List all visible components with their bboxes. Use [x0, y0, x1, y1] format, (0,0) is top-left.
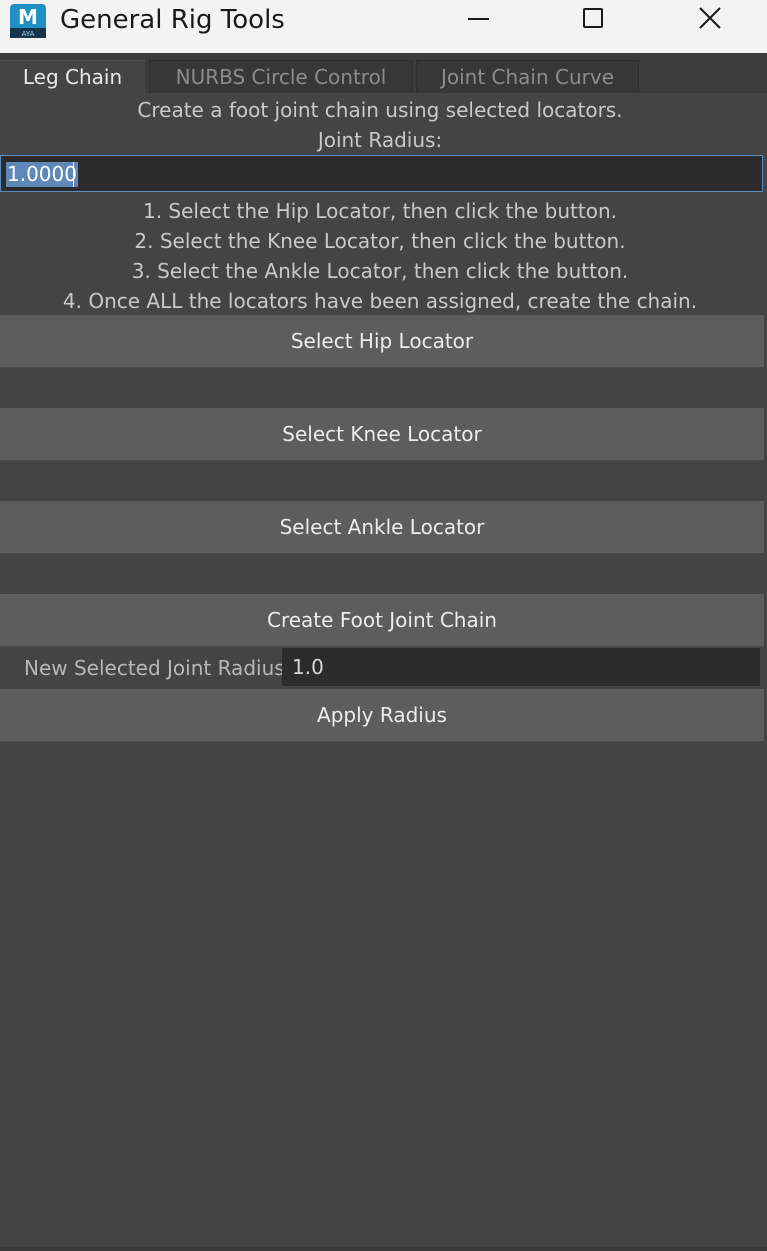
- tab-leg-chain[interactable]: Leg Chain: [0, 60, 145, 93]
- select-hip-locator-button[interactable]: Select Hip Locator: [0, 315, 764, 368]
- window-bottom-edge: [0, 1247, 767, 1251]
- title-bar[interactable]: M AYA General Rig Tools: [0, 0, 767, 53]
- description-text: Create a foot joint chain using selected…: [137, 98, 623, 122]
- joint-radius-value: 1.0000: [6, 162, 78, 187]
- maximize-icon: [583, 8, 603, 28]
- joint-radius-input[interactable]: 1.0000: [0, 155, 763, 192]
- maximize-button[interactable]: [565, 0, 621, 40]
- instruction-step-4: 4. Once ALL the locators have been assig…: [62, 289, 698, 313]
- text-caret: [73, 162, 74, 187]
- maya-app-icon: M AYA: [10, 4, 46, 38]
- app-icon-letter: M: [18, 5, 38, 29]
- close-icon: [699, 7, 721, 29]
- apply-radius-button[interactable]: Apply Radius: [0, 689, 764, 742]
- new-joint-radius-input[interactable]: 1.0: [282, 648, 760, 686]
- joint-radius-label: Joint Radius:: [317, 128, 443, 152]
- minimize-icon: [468, 18, 489, 20]
- select-knee-locator-button[interactable]: Select Knee Locator: [0, 408, 764, 461]
- tab-nurbs-circle-control[interactable]: NURBS Circle Control: [149, 60, 413, 93]
- window-title: General Rig Tools: [60, 5, 285, 35]
- minimize-button[interactable]: [450, 0, 506, 40]
- tab-bar: Leg Chain NURBS Circle Control Joint Cha…: [0, 53, 767, 93]
- new-joint-radius-value: 1.0: [292, 655, 324, 679]
- instruction-step-2: 2. Select the Knee Locator, then click t…: [134, 229, 626, 253]
- general-rig-tools-window: M AYA General Rig Tools Leg Chain NURBS …: [0, 0, 767, 1251]
- new-joint-radius-label: New Selected Joint Radius: [24, 656, 285, 680]
- create-foot-joint-chain-button[interactable]: Create Foot Joint Chain: [0, 594, 764, 647]
- close-button[interactable]: [682, 0, 738, 40]
- select-ankle-locator-button[interactable]: Select Ankle Locator: [0, 501, 764, 554]
- instruction-step-1: 1. Select the Hip Locator, then click th…: [142, 199, 618, 223]
- instruction-step-3: 3. Select the Ankle Locator, then click …: [131, 259, 629, 283]
- app-icon-subtext: AYA: [22, 30, 35, 38]
- tab-joint-chain-curve[interactable]: Joint Chain Curve: [416, 60, 639, 93]
